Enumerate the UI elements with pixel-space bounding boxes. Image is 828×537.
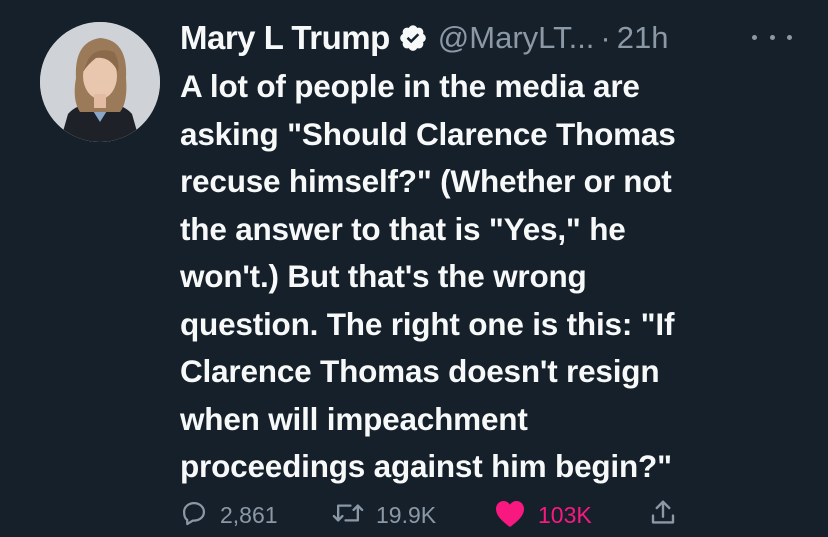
display-name[interactable]: Mary L Trump (180, 19, 390, 57)
retweet-icon (332, 499, 364, 532)
avatar-image (40, 22, 160, 142)
retweet-button[interactable]: 19.9K (332, 496, 436, 534)
like-button[interactable]: 103K (494, 496, 592, 534)
share-icon (648, 498, 678, 533)
top-divider (0, 0, 828, 8)
tweet-header: Mary L Trump @MaryLT... · 21h (180, 16, 800, 60)
timestamp[interactable]: 21h (617, 20, 669, 56)
more-icon[interactable] (752, 22, 792, 52)
user-handle[interactable]: @MaryLT... (438, 20, 595, 56)
reply-icon (180, 499, 208, 532)
tweet-actions: 2,861 19.9K 103K (180, 496, 800, 534)
like-count: 103K (538, 501, 592, 528)
verified-badge-icon (398, 23, 428, 53)
avatar[interactable] (40, 22, 160, 142)
reply-button[interactable]: 2,861 (180, 496, 278, 534)
tweet-text: A lot of people in the media are asking … (180, 68, 676, 484)
heart-icon (494, 498, 526, 533)
separator-dot: · (600, 20, 611, 55)
reply-count: 2,861 (220, 501, 278, 528)
retweet-count: 19.9K (376, 501, 437, 528)
share-button[interactable] (648, 496, 678, 534)
